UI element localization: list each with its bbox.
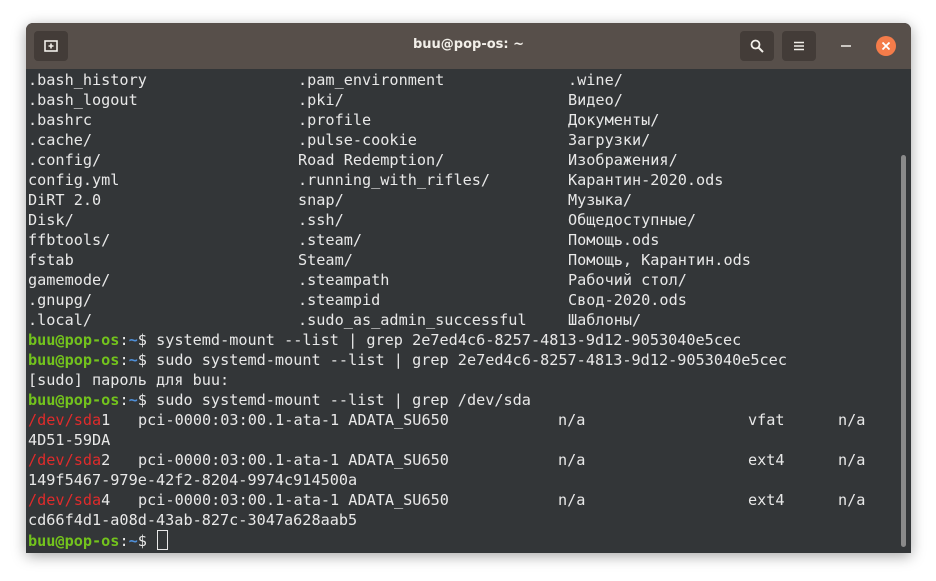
command-text: sudo systemd-mount --list | grep 2e7ed4c… (156, 351, 787, 369)
minimize-icon (841, 45, 851, 47)
device-uuid: cd66f4d1-a08d-43ab-827c-3047a628aab5 (28, 511, 358, 529)
close-button[interactable] (876, 36, 896, 56)
prompt-user-host: buu@pop-os (28, 532, 120, 550)
search-icon (750, 39, 764, 53)
close-icon (882, 42, 890, 50)
device-match: /dev/sda (28, 411, 102, 429)
command-text: systemd-mount --list | grep 2e7ed4c6-825… (156, 331, 742, 349)
command-text: sudo systemd-mount --list | grep /dev/sd… (156, 391, 531, 409)
command-line: buu@pop-os:~$ sudo systemd-mount --list … (28, 391, 531, 409)
terminal-output[interactable]: .bash_history .pam_environment .wine/ .bas… (26, 69, 896, 553)
hamburger-menu-icon (794, 41, 804, 51)
prompt-user-host: buu@pop-os (28, 331, 120, 349)
device-uuid: 149f5467-979e-42f2-8204-9974c914500a (28, 471, 358, 489)
current-prompt-line[interactable]: buu@pop-os:~$ (28, 530, 169, 550)
prompt-user-host: buu@pop-os (28, 391, 120, 409)
device-match: /dev/sda (28, 491, 102, 509)
window-title: buu@pop-os: ~ (412, 37, 525, 52)
device-match: /dev/sda (28, 451, 102, 469)
menu-button[interactable] (782, 31, 816, 61)
search-button[interactable] (740, 31, 774, 61)
terminal-window: buu@pop-os: ~ .bash_history .pam_environ… (26, 23, 911, 553)
scrollbar[interactable] (896, 69, 911, 553)
prompt-user-host: buu@pop-os (28, 351, 120, 369)
title-bar: buu@pop-os: ~ (26, 23, 911, 69)
device-uuid: 4D51-59DA (28, 431, 111, 449)
scrollbar-thumb[interactable] (901, 155, 906, 547)
text-cursor (157, 530, 169, 550)
command-line: buu@pop-os:~$ systemd-mount --list | gre… (28, 331, 742, 349)
sudo-password-prompt: [sudo] пароль для buu: (28, 371, 230, 389)
minimize-button[interactable] (834, 36, 858, 56)
command-line: buu@pop-os:~$ sudo systemd-mount --list … (28, 351, 787, 369)
